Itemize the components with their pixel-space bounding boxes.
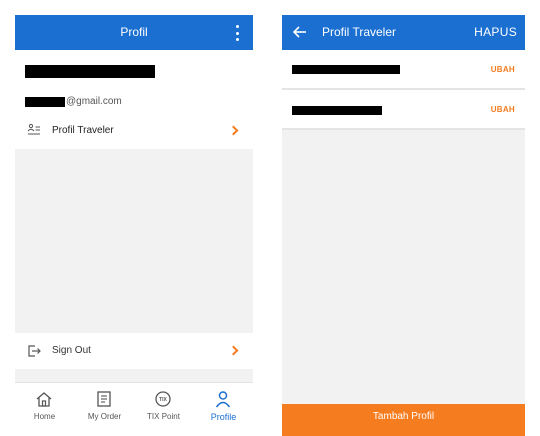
more-options-icon[interactable] xyxy=(229,24,245,42)
back-arrow-icon[interactable] xyxy=(292,24,308,40)
order-icon xyxy=(97,391,111,407)
nav-my-order[interactable]: My Order xyxy=(75,383,134,436)
profil-traveler-label: Profil Traveler xyxy=(52,125,114,136)
tix-point-icon: TIX xyxy=(155,391,171,407)
nav-home[interactable]: Home xyxy=(15,383,74,436)
page-title: Profil xyxy=(120,25,148,39)
traveler-list-icon xyxy=(27,123,40,135)
traveler-header: Profil Traveler HAPUS xyxy=(282,15,525,50)
bottom-navigation: Home My Order TIX TIX Point Profile xyxy=(15,382,253,436)
profil-traveler-screen: Profil Traveler HAPUS UBAH UBAH Tambah P… xyxy=(282,15,525,436)
traveler-profile-row[interactable]: UBAH xyxy=(282,50,525,90)
profil-traveler-row[interactable]: Profil Traveler xyxy=(15,112,253,149)
nav-home-label: Home xyxy=(33,412,56,421)
tambah-profil-button[interactable]: Tambah Profil xyxy=(282,404,525,436)
nav-tix-point[interactable]: TIX TIX Point xyxy=(134,383,193,436)
account-card: @gmail.com xyxy=(15,50,253,118)
nav-profile-label: Profile xyxy=(210,412,237,422)
profile-screen: Profil @gmail.com Profil Traveler Sign O… xyxy=(15,15,253,436)
svg-text:TIX: TIX xyxy=(159,397,167,403)
nav-tix-point-label: TIX Point xyxy=(147,412,180,421)
chevron-right-icon xyxy=(228,345,239,356)
redacted-name xyxy=(25,65,155,78)
sign-out-label: Sign Out xyxy=(52,345,91,356)
home-icon xyxy=(36,392,52,407)
nav-profile[interactable]: Profile xyxy=(194,383,253,436)
redacted-traveler-name xyxy=(292,65,400,74)
hapus-button[interactable]: HAPUS xyxy=(474,15,517,50)
redacted-traveler-name xyxy=(292,106,382,115)
ubah-button[interactable]: UBAH xyxy=(491,105,515,114)
profile-icon xyxy=(215,391,231,408)
nav-my-order-label: My Order xyxy=(87,412,122,421)
profile-header: Profil xyxy=(15,15,253,50)
chevron-right-icon xyxy=(228,125,239,136)
sign-out-row[interactable]: Sign Out xyxy=(15,333,253,369)
redacted-email-user xyxy=(25,97,65,107)
sign-out-icon xyxy=(28,345,41,357)
page-title: Profil Traveler xyxy=(322,25,397,39)
traveler-profile-row[interactable]: UBAH xyxy=(282,90,525,130)
ubah-button[interactable]: UBAH xyxy=(491,65,515,74)
email-suffix: @gmail.com xyxy=(66,96,122,107)
